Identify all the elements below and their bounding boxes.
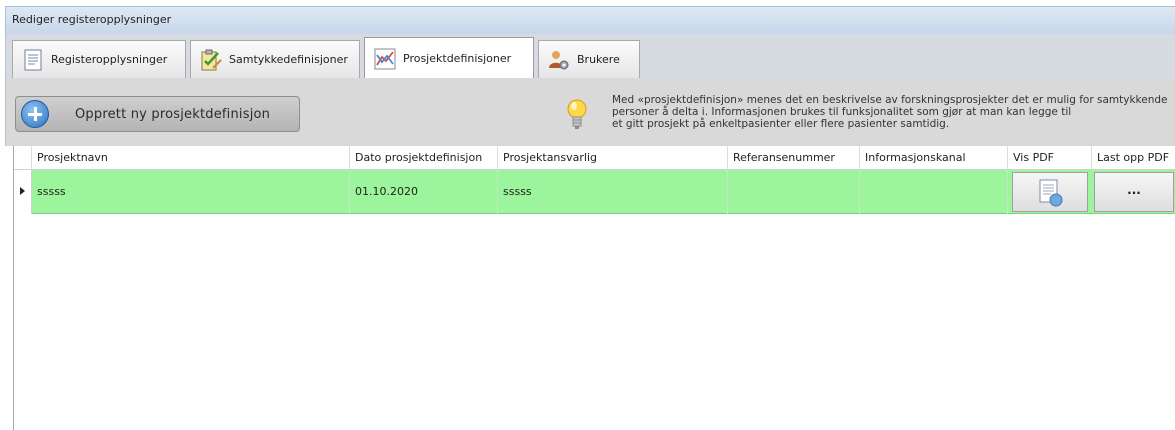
tab-label: Samtykkedefinisjoner	[229, 53, 348, 66]
row-selector-arrow-icon[interactable]	[14, 170, 32, 214]
tab-brukere[interactable]: Brukere	[538, 40, 640, 78]
column-header-prosjektnavn[interactable]: Prosjektnavn	[32, 146, 350, 170]
column-header-informasjonskanal[interactable]: Informasjonskanal	[860, 146, 1008, 170]
chart-icon	[374, 48, 396, 69]
create-button-label: Opprett ny prosjektdefinisjon	[75, 106, 271, 122]
table-row[interactable]: sssss 01.10.2020 sssss ...	[14, 170, 1175, 214]
tab-registeropplysninger[interactable]: Registeropplysninger	[12, 40, 186, 78]
lightbulb-icon	[567, 99, 587, 129]
cell-dato[interactable]: 01.10.2020	[350, 170, 498, 214]
project-definitions-grid: Prosjektnavn Dato prosjektdefinisjon Pro…	[13, 146, 1175, 430]
tab-samtykkedefinisjoner[interactable]: Samtykkedefinisjoner	[190, 40, 360, 78]
row-selector-header	[14, 146, 32, 170]
document-icon	[24, 49, 42, 70]
upload-pdf-button[interactable]: ...	[1094, 172, 1174, 212]
tab-label: Registeropplysninger	[51, 53, 168, 66]
info-line: personer å delta i. Informasjonen brukes…	[612, 106, 1072, 118]
plus-icon	[21, 100, 49, 128]
tab-strip: Registeropplysninger Samtykkedefinisjone…	[5, 34, 1175, 79]
column-header-dato[interactable]: Dato prosjektdefinisjon	[350, 146, 498, 170]
info-line: et gitt prosjekt på enkeltpasienter elle…	[612, 118, 950, 130]
column-header-referansenummer[interactable]: Referansenummer	[728, 146, 860, 170]
edit-register-window: Rediger registeropplysninger Registeropp…	[0, 0, 1175, 430]
pdf-document-icon	[1039, 179, 1063, 207]
cell-informasjonskanal[interactable]	[860, 170, 1008, 214]
column-header-last-opp-pdf[interactable]: Last opp PDF	[1092, 146, 1175, 170]
grid-header: Prosjektnavn Dato prosjektdefinisjon Pro…	[14, 146, 1175, 170]
cell-prosjektansvarlig[interactable]: sssss	[498, 170, 728, 214]
toolbar-area: Opprett ny prosjektdefinisjon Med «prosj…	[5, 78, 1175, 146]
create-project-definition-button[interactable]: Opprett ny prosjektdefinisjon	[15, 96, 300, 132]
window-title: Rediger registeropplysninger	[5, 6, 1175, 34]
tab-label: Prosjektdefinisjoner	[403, 52, 512, 65]
column-header-prosjektansvarlig[interactable]: Prosjektansvarlig	[498, 146, 728, 170]
checklist-icon	[201, 49, 222, 70]
tab-label: Brukere	[577, 53, 620, 66]
users-icon	[549, 50, 569, 69]
column-header-vis-pdf[interactable]: Vis PDF	[1008, 146, 1092, 170]
view-pdf-button[interactable]	[1012, 172, 1088, 212]
info-text: Med «prosjektdefinisjon» menes det en be…	[612, 94, 1175, 130]
cell-prosjektnavn[interactable]: sssss	[32, 170, 350, 214]
tab-prosjektdefinisjoner[interactable]: Prosjektdefinisjoner	[364, 37, 534, 79]
cell-referansenummer[interactable]	[728, 170, 860, 214]
info-line: Med «prosjektdefinisjon» menes det en be…	[612, 94, 1168, 106]
